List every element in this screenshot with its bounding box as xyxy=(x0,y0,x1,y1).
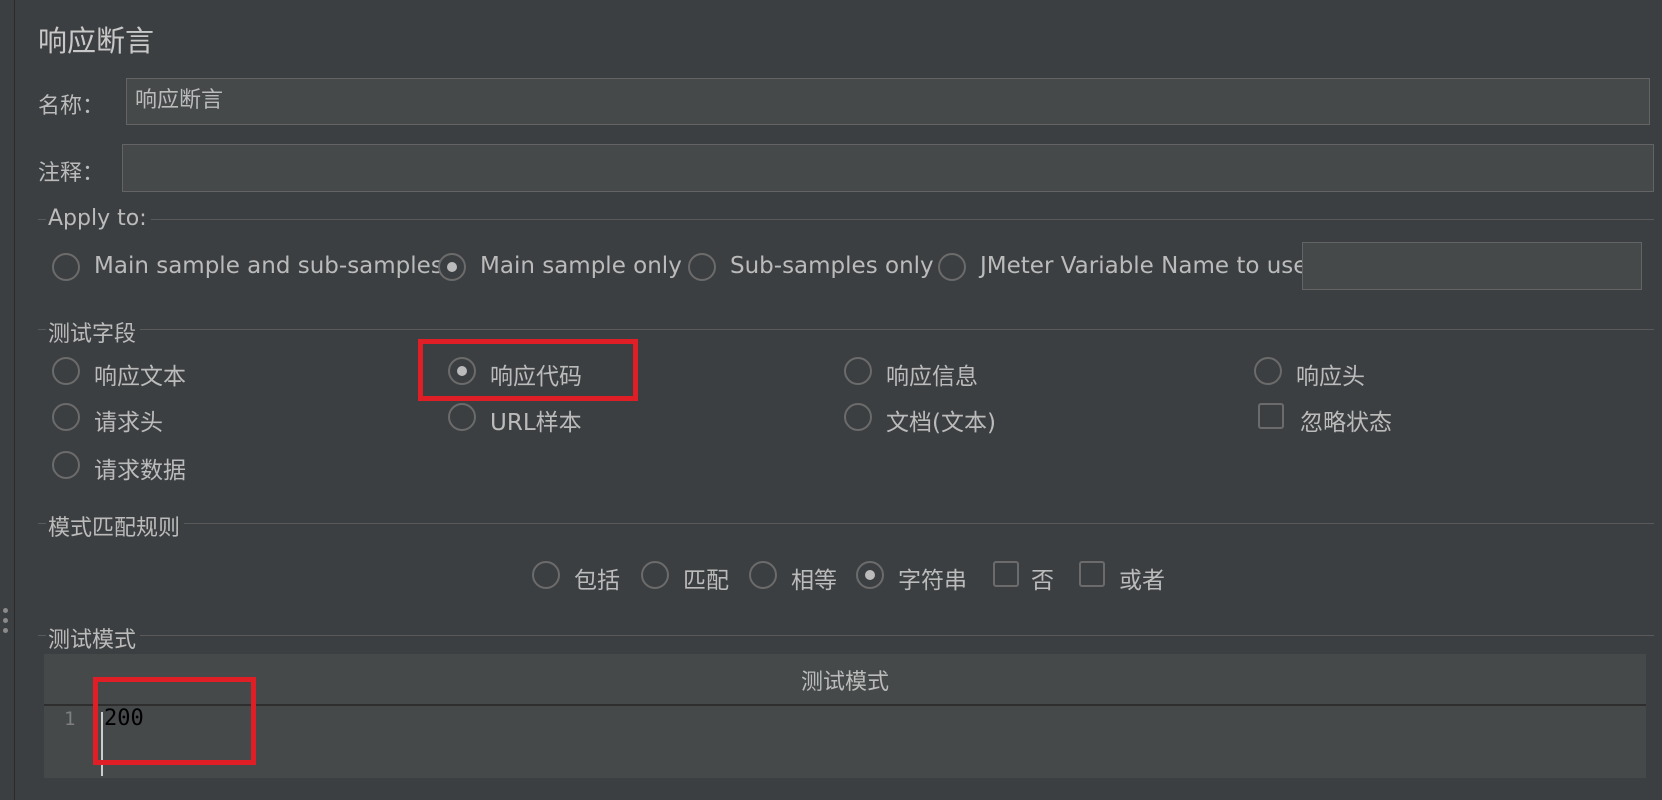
radio-button[interactable] xyxy=(844,357,872,385)
test-field-title: 测试字段 xyxy=(46,316,141,348)
radio-button[interactable] xyxy=(532,561,560,589)
option-label: 匹配 xyxy=(683,568,729,594)
option-label: Main sample only xyxy=(480,253,682,279)
option-label: 文档(文本) xyxy=(886,410,996,436)
test-patterns-divider xyxy=(38,635,1654,636)
radio-button-selected[interactable] xyxy=(856,561,884,589)
jmeter-variable-input[interactable] xyxy=(1302,242,1642,290)
radio-button[interactable] xyxy=(448,403,476,431)
test-patterns-title: 测试模式 xyxy=(46,622,141,654)
radio-button[interactable] xyxy=(749,561,777,589)
option-label: 忽略状态 xyxy=(1300,410,1392,436)
radio-button[interactable] xyxy=(52,357,80,385)
radio-button[interactable] xyxy=(52,253,80,281)
option-label: Main sample and sub-samples xyxy=(94,253,443,279)
option-label: 否 xyxy=(1031,568,1054,594)
option-label: 请求数据 xyxy=(94,458,186,484)
test-field-divider xyxy=(38,329,1654,330)
option-label: 请求头 xyxy=(94,410,163,436)
splitter-handle-icon[interactable] xyxy=(3,608,11,638)
left-rail xyxy=(0,0,15,800)
option-label: 响应信息 xyxy=(886,364,978,390)
radio-button[interactable] xyxy=(688,253,716,281)
radio-button[interactable] xyxy=(1254,357,1282,385)
name-label: 名称： xyxy=(38,94,105,119)
option-label: 包括 xyxy=(574,568,620,594)
apply-to-divider xyxy=(38,219,1654,220)
checkbox[interactable] xyxy=(1258,403,1284,429)
checkbox[interactable] xyxy=(993,561,1019,587)
option-label: URL样本 xyxy=(490,410,582,436)
checkbox[interactable] xyxy=(1079,561,1105,587)
radio-button[interactable] xyxy=(938,253,966,281)
option-label: 响应头 xyxy=(1296,364,1365,390)
radio-button[interactable] xyxy=(52,403,80,431)
pattern-table-header: 测试模式 xyxy=(44,654,1646,706)
comment-label: 注释： xyxy=(38,161,105,186)
pattern-rules-title: 模式匹配规则 xyxy=(46,510,185,542)
option-label: JMeter Variable Name to use xyxy=(980,253,1308,279)
highlight-box xyxy=(93,677,256,765)
option-label: 相等 xyxy=(791,568,837,594)
comment-input[interactable] xyxy=(122,144,1654,192)
radio-button-selected[interactable] xyxy=(438,253,466,281)
page-title: 响应断言 xyxy=(38,24,155,58)
name-input[interactable]: 响应断言 xyxy=(126,78,1650,125)
radio-button[interactable] xyxy=(844,403,872,431)
option-label: 响应文本 xyxy=(94,364,186,390)
line-number: 1 xyxy=(64,708,76,730)
column-header-label: 测试模式 xyxy=(800,670,889,695)
option-label: 字符串 xyxy=(898,568,967,594)
radio-button[interactable] xyxy=(52,451,80,479)
radio-button[interactable] xyxy=(641,561,669,589)
highlight-box xyxy=(418,339,638,401)
pattern-rules-divider xyxy=(38,523,1654,524)
option-label: Sub-samples only xyxy=(730,253,934,279)
option-label: 或者 xyxy=(1119,568,1165,594)
apply-to-title: Apply to: xyxy=(46,206,151,231)
